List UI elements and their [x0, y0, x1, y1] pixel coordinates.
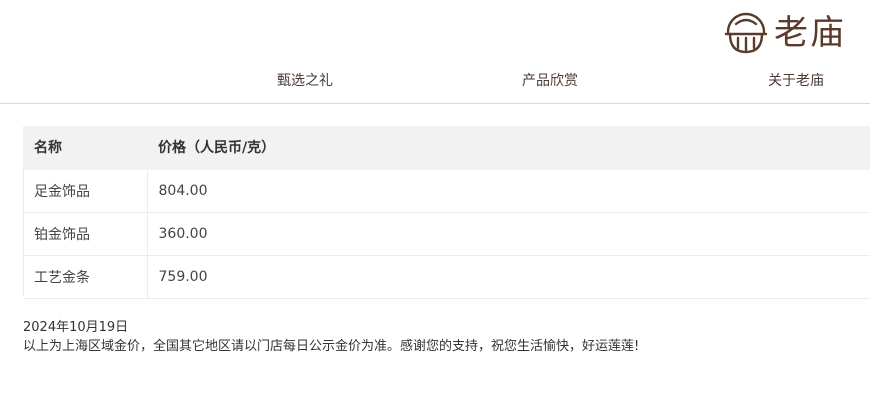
nav-item-about[interactable]: 关于老庙 — [768, 72, 824, 90]
product-name-cell: 足金饰品 — [23, 169, 148, 213]
table-row: 工艺金条 759.00 — [23, 255, 870, 299]
column-header-name: 名称 — [23, 126, 147, 170]
notice-text: 以上为上海区域金价，全国其它地区请以门店每日公示金价为准。感谢您的支持，祝您生活… — [23, 339, 640, 354]
price-cell: 804.00 — [147, 169, 870, 213]
price-cell: 360.00 — [147, 212, 870, 256]
nav-item-selection-gifts[interactable]: 甄选之礼 — [277, 72, 333, 90]
nav-item-product-showcase[interactable]: 产品欣赏 — [522, 72, 578, 90]
laomiao-logo-icon — [724, 12, 768, 54]
price-cell: 759.00 — [147, 255, 870, 299]
price-notice: 2024年10月19日 以上为上海区域金价，全国其它地区请以门店每日公示金价为准… — [23, 318, 639, 356]
column-header-price: 价格（人民币/克） — [147, 126, 870, 170]
table-header-row: 名称 价格（人民币/克） — [23, 126, 870, 170]
site-header: 老庙 甄选之礼 产品欣赏 关于老庙 — [0, 0, 870, 104]
table-row: 铂金饰品 360.00 — [23, 212, 870, 256]
gold-price-table: 名称 价格（人民币/克） 足金饰品 804.00 铂金饰品 360.00 工艺金… — [23, 126, 870, 299]
table-left-border — [23, 169, 24, 296]
notice-date: 2024年10月19日 — [23, 320, 129, 335]
table-row: 足金饰品 804.00 — [23, 169, 870, 213]
brand-name: 老庙 — [774, 13, 846, 53]
product-name-cell: 铂金饰品 — [23, 212, 148, 256]
product-name-cell: 工艺金条 — [23, 255, 148, 299]
brand-logo[interactable]: 老庙 — [722, 10, 846, 56]
